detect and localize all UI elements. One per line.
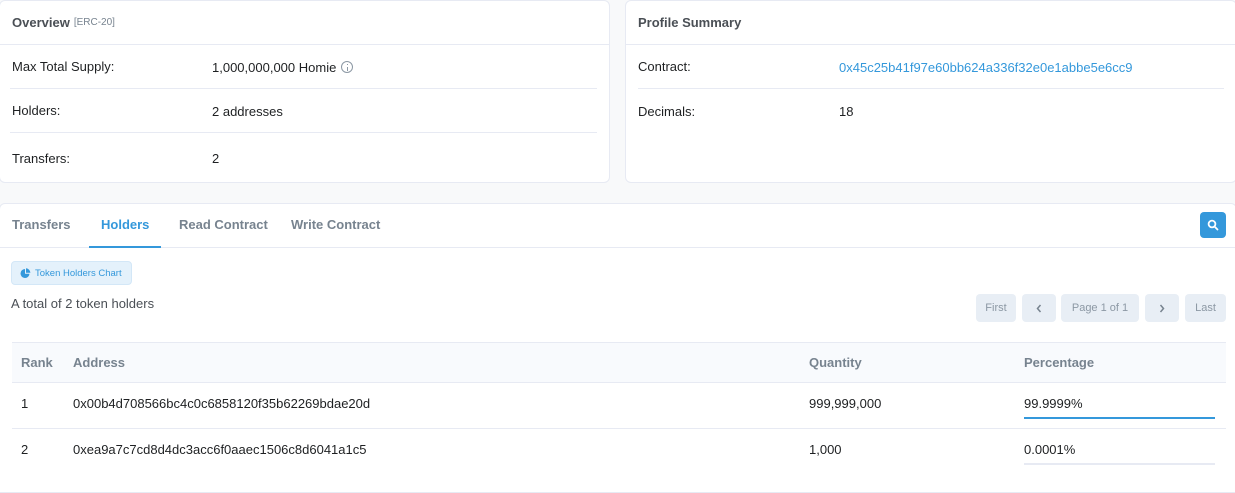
decimals-row: Decimals:: [638, 89, 1224, 133]
holders-value: 2 addresses: [212, 103, 283, 119]
profile-header: Profile Summary: [626, 1, 1235, 45]
chevron-left-icon: [1036, 304, 1042, 312]
contract-label: Contract:: [638, 59, 691, 74]
transfers-value-wrap: 2: [212, 133, 219, 183]
transfers-value: 2: [212, 150, 220, 166]
pager-last-label: Last: [1195, 302, 1216, 314]
contract-value-wrap: 0x45c25b41f97e60bb624a336f32e0e1abbe5e6c…: [839, 45, 1133, 89]
token-standard-badge: [ERC-20]: [73, 17, 115, 28]
holders-label: Holders:: [12, 103, 61, 118]
pager-first-label: First: [985, 302, 1007, 314]
search-button[interactable]: [1200, 212, 1226, 238]
percentage-cell: 99.9999%: [1024, 383, 1215, 419]
decimals-value: 18: [839, 103, 854, 119]
pager-page-indicator: Page 1 of 1: [1061, 294, 1139, 322]
info-icon[interactable]: [341, 61, 354, 73]
table-row: 1 0x00b4d708566bc4c0c6858120f35b62269bda…: [12, 383, 1226, 429]
tab-write-contract[interactable]: Write Contract: [291, 204, 380, 248]
holders-value-wrap: 2 addresses: [212, 89, 283, 133]
table-row: 2 0xea9a7c7cd8d4dc3acc6f0aaec1506c8d6041…: [12, 429, 1226, 475]
address-link[interactable]: 0x00b4d708566bc4c0c6858120f35b62269bdae2…: [73, 383, 370, 424]
overview-title: Overview: [12, 15, 70, 30]
overview-card: Overview [ERC-20] Max Total Supply: 1,00…: [0, 0, 610, 183]
tab-holders[interactable]: Holders: [89, 204, 162, 248]
column-header-address[interactable]: Address: [73, 343, 125, 382]
chevron-right-icon: [1159, 304, 1165, 312]
transfers-row: Transfers:: [10, 133, 597, 183]
holders-row: Holders:: [10, 89, 597, 133]
pager-page-label: Page 1 of 1: [1071, 302, 1129, 314]
max-supply-label: Max Total Supply:: [12, 59, 115, 74]
tab-bar: Transfers Holders Read Contract Write Co…: [0, 204, 1235, 248]
percentage-cell: 0.0001%: [1024, 429, 1215, 465]
holders-card: Transfers Holders Read Contract Write Co…: [0, 203, 1235, 493]
address-link[interactable]: 0xea9a7c7cd8d4dc3acc6f0aaec1506c8d6041a1…: [73, 429, 366, 470]
token-holders-chart-button[interactable]: Token Holders Chart: [11, 261, 132, 285]
pager-prev-button[interactable]: [1022, 294, 1056, 322]
quantity-cell: 999,999,000: [809, 396, 882, 411]
column-header-percentage[interactable]: Percentage: [1024, 343, 1094, 382]
tab-transfers[interactable]: Transfers: [12, 204, 71, 248]
quantity-cell: 1,000: [809, 442, 842, 457]
pie-chart-icon: [20, 267, 31, 278]
rank-cell: 2: [21, 442, 29, 457]
decimals-value-wrap: 18: [839, 89, 853, 133]
column-header-quantity[interactable]: Quantity: [809, 343, 862, 382]
pager-first-button[interactable]: First: [976, 294, 1016, 322]
percentage-bar-track: [1024, 463, 1215, 465]
decimals-label: Decimals:: [638, 103, 696, 119]
chart-button-label: Token Holders Chart: [35, 267, 122, 279]
search-icon: [1207, 219, 1219, 231]
profile-title: Profile Summary: [638, 15, 742, 30]
transfers-label: Transfers:: [12, 150, 71, 166]
max-supply-value: 1,000,000,000 Homie: [212, 59, 337, 75]
percentage-bar-fill: [1024, 417, 1215, 419]
percentage-bar-track: [1024, 417, 1215, 419]
overview-header: Overview [ERC-20]: [0, 1, 609, 45]
tab-read-contract[interactable]: Read Contract: [179, 204, 268, 248]
max-supply-value-wrap: 1,000,000,000 Homie: [212, 45, 354, 89]
pager-last-button[interactable]: Last: [1185, 294, 1226, 322]
total-holders-text: A total of 2 token holders: [11, 296, 155, 311]
holders-table-header: Rank Address Quantity Percentage: [12, 342, 1226, 383]
pager-next-button[interactable]: [1145, 294, 1179, 322]
contract-address-link[interactable]: 0x45c25b41f97e60bb624a336f32e0e1abbe5e6c…: [839, 60, 1133, 75]
column-header-rank[interactable]: Rank: [21, 343, 53, 382]
rank-cell: 1: [21, 396, 29, 411]
profile-summary-card: Profile Summary Contract: 0x45c25b41f97e…: [625, 0, 1235, 183]
